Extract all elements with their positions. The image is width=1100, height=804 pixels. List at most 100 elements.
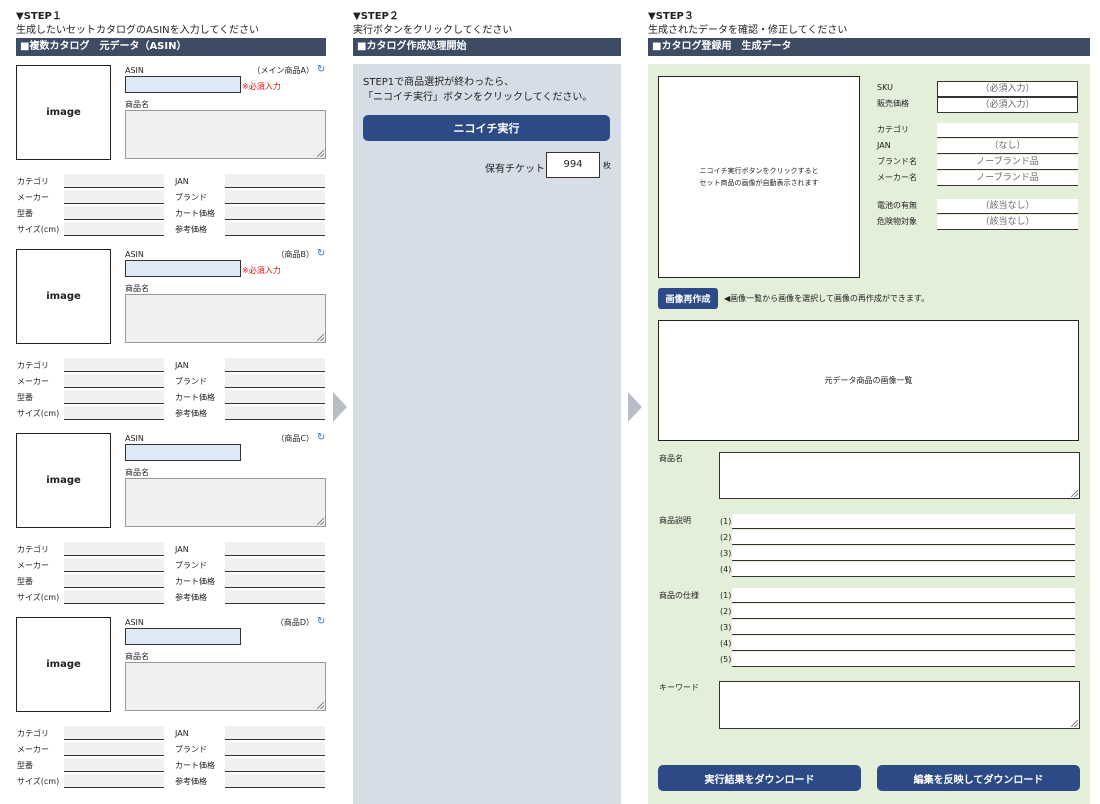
resize-handle-icon[interactable]	[1071, 720, 1078, 727]
field-input[interactable]	[64, 390, 164, 404]
refresh-icon[interactable]: ↻	[317, 249, 325, 259]
field-label: JAN	[175, 729, 189, 738]
field-input[interactable]	[225, 406, 325, 420]
field-label: 型番	[17, 393, 33, 402]
jan-input[interactable]: （なし）	[937, 139, 1078, 154]
asin-label: ASIN	[125, 66, 144, 75]
field-input[interactable]	[64, 190, 164, 204]
field-input[interactable]	[225, 542, 325, 556]
field-input[interactable]	[64, 542, 164, 556]
spec-label: 商品の仕様	[659, 591, 699, 600]
battery-select[interactable]: （該当なし）	[937, 199, 1078, 214]
product-name-textarea[interactable]	[125, 110, 326, 159]
step-arrow-1-icon	[333, 392, 347, 422]
field-label: 参考価格	[175, 225, 207, 234]
field-input[interactable]	[64, 726, 164, 740]
field-input[interactable]	[64, 174, 164, 188]
field-input[interactable]	[64, 590, 164, 604]
gen-product-name-textarea[interactable]	[719, 452, 1080, 499]
field-input[interactable]	[64, 558, 164, 572]
field-label: カテゴリ	[17, 729, 49, 738]
asin-input[interactable]	[125, 628, 241, 645]
asin-input[interactable]	[125, 444, 241, 461]
field-input[interactable]	[64, 206, 164, 220]
field-label: メーカー	[17, 561, 49, 570]
line-input[interactable]	[732, 562, 1075, 577]
field-input[interactable]	[64, 758, 164, 772]
field-input[interactable]	[64, 742, 164, 756]
field-input[interactable]	[225, 206, 325, 220]
maker-label: メーカー名	[877, 173, 917, 182]
field-input[interactable]	[225, 222, 325, 236]
image-placeholder-label: image	[46, 107, 81, 118]
resize-handle-icon[interactable]	[317, 518, 324, 525]
line-input[interactable]	[732, 546, 1075, 561]
field-input[interactable]	[225, 374, 325, 388]
field-input[interactable]	[225, 758, 325, 772]
edit-download-button[interactable]: 編集を反映してダウンロード	[877, 765, 1080, 791]
refresh-icon[interactable]: ↻	[317, 433, 325, 443]
field-input[interactable]	[225, 190, 325, 204]
line-input[interactable]	[732, 620, 1075, 635]
field-label: ブランド	[175, 745, 207, 754]
field-input[interactable]	[225, 590, 325, 604]
source-images-box: 元データ商品の画像一覧	[658, 320, 1079, 441]
maker-input[interactable]: ノーブランド品	[937, 171, 1078, 186]
keyword-textarea[interactable]	[719, 681, 1080, 729]
field-input[interactable]	[64, 574, 164, 588]
field-input[interactable]	[225, 358, 325, 372]
field-label: カート価格	[175, 393, 215, 402]
resize-handle-icon[interactable]	[1071, 490, 1078, 497]
product-name-label: 商品名	[125, 652, 149, 661]
product-name-textarea[interactable]	[125, 662, 326, 711]
line-input[interactable]	[732, 636, 1075, 651]
field-input[interactable]	[64, 406, 164, 420]
refresh-icon[interactable]: ↻	[317, 65, 325, 75]
image-regenerate-button[interactable]: 画像再作成	[658, 288, 718, 309]
product-name-textarea[interactable]	[125, 294, 326, 343]
asin-input[interactable]	[125, 260, 241, 277]
step2-header-bar: ■カタログ作成処理開始	[353, 38, 621, 56]
line-input[interactable]	[732, 652, 1075, 667]
download-results-button[interactable]: 実行結果をダウンロード	[658, 765, 861, 791]
brand-input[interactable]: ノーブランド品	[937, 155, 1078, 170]
field-input[interactable]	[225, 726, 325, 740]
line-input[interactable]	[732, 530, 1075, 545]
field-input[interactable]	[64, 774, 164, 788]
field-input[interactable]	[225, 742, 325, 756]
field-input[interactable]	[225, 390, 325, 404]
hazard-select[interactable]: （該当なし）	[937, 215, 1078, 230]
asin-input[interactable]	[125, 76, 241, 93]
field-label: ブランド	[175, 561, 207, 570]
field-input[interactable]	[225, 558, 325, 572]
product-name-textarea[interactable]	[125, 478, 326, 527]
field-input[interactable]	[64, 374, 164, 388]
line-input[interactable]	[732, 604, 1075, 619]
jan-label: JAN	[877, 141, 891, 150]
line-input[interactable]	[732, 514, 1075, 529]
resize-handle-icon[interactable]	[317, 334, 324, 341]
refresh-icon[interactable]: ↻	[317, 617, 325, 627]
category-label: カテゴリ	[877, 125, 909, 134]
brand-label: ブランド名	[877, 157, 917, 166]
asin-label: ASIN	[125, 250, 144, 259]
generated-image-message-1: ニコイチ実行ボタンをクリックすると	[699, 167, 819, 175]
resize-handle-icon[interactable]	[317, 150, 324, 157]
field-input[interactable]	[225, 774, 325, 788]
step3-title: ▼STEP３	[648, 11, 694, 22]
nikoichi-run-button[interactable]: ニコイチ実行	[363, 115, 610, 141]
field-label: JAN	[175, 545, 189, 554]
product-tag: （商品B）	[276, 250, 315, 259]
resize-handle-icon[interactable]	[317, 702, 324, 709]
sku-input[interactable]: （必須入力）	[937, 81, 1078, 97]
price-input[interactable]: （必須入力）	[937, 97, 1078, 113]
field-input[interactable]	[64, 222, 164, 236]
field-input[interactable]	[225, 174, 325, 188]
field-label: カテゴリ	[17, 177, 49, 186]
field-input[interactable]	[225, 574, 325, 588]
field-input[interactable]	[64, 358, 164, 372]
step1-title: ▼STEP１	[16, 11, 62, 22]
asin-label: ASIN	[125, 618, 144, 627]
category-input[interactable]	[937, 123, 1078, 138]
line-input[interactable]	[732, 588, 1075, 603]
